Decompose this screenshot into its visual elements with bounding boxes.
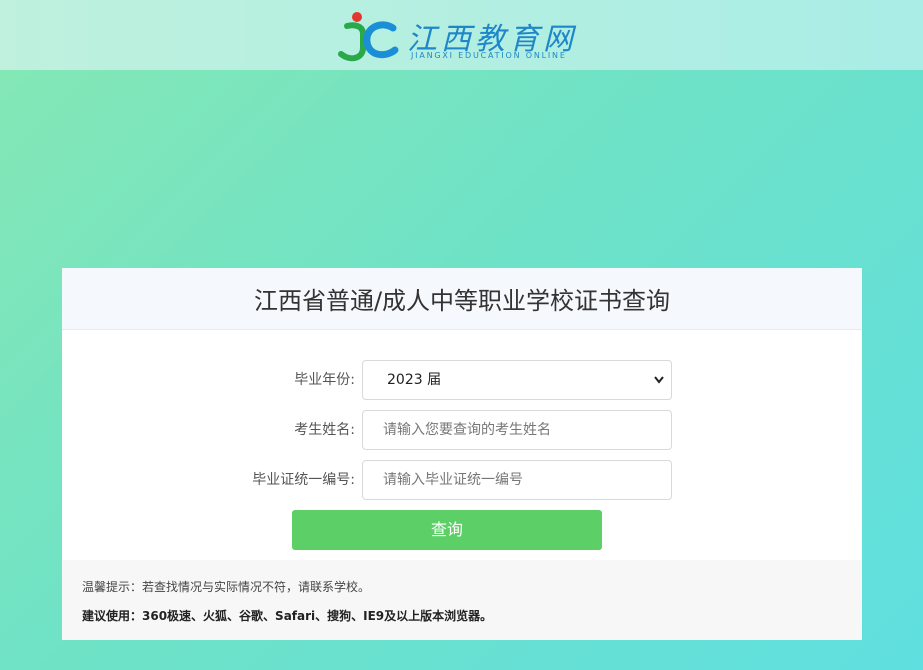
submit-query-button[interactable]: 查询: [292, 510, 602, 550]
name-row: 考生姓名: 请输入您要查询的考生姓名: [62, 410, 862, 450]
cert-number-input[interactable]: 请输入毕业证统一编号: [362, 460, 672, 500]
year-select[interactable]: 2023 届: [362, 360, 672, 400]
cert-label: 毕业证统一编号:: [252, 472, 355, 488]
query-panel: 江西省普通/成人中等职业学校证书查询 毕业年份: 2023 届 考生姓名: 请输…: [62, 268, 862, 640]
page-title: 江西省普通/成人中等职业学校证书查询: [253, 287, 671, 315]
cert-input-placeholder: 请输入毕业证统一编号: [383, 472, 523, 488]
logo-text-en: JIANGXI EDUCATION ONLINE: [411, 51, 567, 60]
site-logo[interactable]: 江西教育网 JIANGXI EDUCATION ONLINE: [333, 6, 593, 66]
chevron-down-icon: [653, 361, 665, 415]
notice-box: 温馨提示：若查找情况与实际情况不符，请联系学校。 建议使用：360极速、火狐、谷…: [62, 560, 862, 640]
name-label: 考生姓名:: [294, 422, 355, 438]
name-input[interactable]: 请输入您要查询的考生姓名: [362, 410, 672, 450]
notice-tip: 温馨提示：若查找情况与实际情况不符，请联系学校。: [82, 580, 371, 594]
year-row: 毕业年份: 2023 届: [62, 360, 862, 400]
panel-header: 江西省普通/成人中等职业学校证书查询: [62, 268, 862, 330]
browser-recommendation: 建议使用：360极速、火狐、谷歌、Safari、搜狗、IE9及以上版本浏览器。: [82, 609, 493, 623]
year-label: 毕业年份:: [294, 372, 355, 388]
top-banner: 江西教育网 JIANGXI EDUCATION ONLINE: [0, 0, 923, 70]
cert-row: 毕业证统一编号: 请输入毕业证统一编号: [62, 460, 862, 500]
jc-logo-icon: [338, 12, 399, 62]
name-input-placeholder: 请输入您要查询的考生姓名: [383, 422, 551, 438]
year-select-value: 2023 届: [387, 372, 442, 388]
